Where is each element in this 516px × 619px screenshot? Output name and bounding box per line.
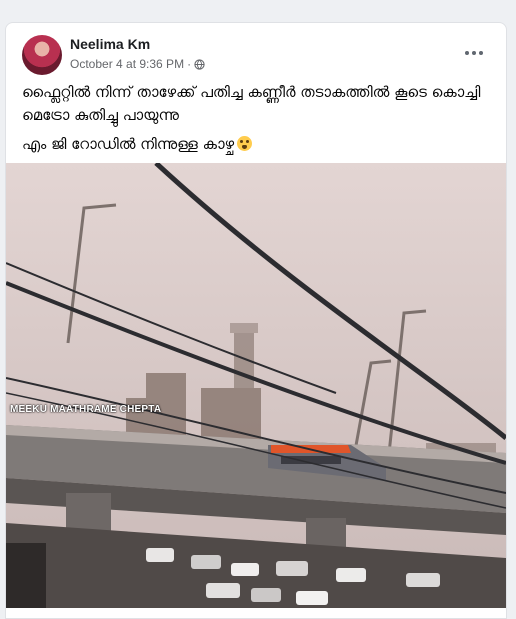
post-card: Neelima Km October 4 at 9:36 PM · ഫ്ലൈറ്… (5, 22, 507, 619)
post-video[interactable]: MEEKU MAATHRAME CHEPTA (6, 163, 506, 608)
caption-line-2: എം ജി റോഡിൽ നിന്നുള്ള കാഴ്ച (22, 133, 492, 156)
crying-face-emoji-icon (237, 136, 253, 151)
video-frame (6, 163, 506, 608)
globe-icon (194, 58, 205, 70)
caption-line-2-text: എം ജി റോഡിൽ നിന്നുള്ള കാഴ്ച (22, 135, 235, 153)
post-timestamp[interactable]: October 4 at 9:36 PM (70, 57, 184, 71)
more-options-icon[interactable] (462, 41, 486, 65)
video-watermark: MEEKU MAATHRAME CHEPTA (10, 404, 162, 415)
post-caption: ഫ്ലൈറ്റിൽ നിന്ന് താഴേക്ക് പതിച്ച കണ്ണീർ … (22, 81, 492, 162)
post-header: Neelima Km October 4 at 9:36 PM · (6, 23, 506, 83)
avatar[interactable] (22, 35, 62, 75)
post-meta: October 4 at 9:36 PM · (70, 57, 205, 71)
meta-separator: · (187, 57, 192, 71)
author-name[interactable]: Neelima Km (70, 36, 150, 52)
caption-line-1: ഫ്ലൈറ്റിൽ നിന്ന് താഴേക്ക് പതിച്ച കണ്ണീർ … (22, 83, 481, 124)
